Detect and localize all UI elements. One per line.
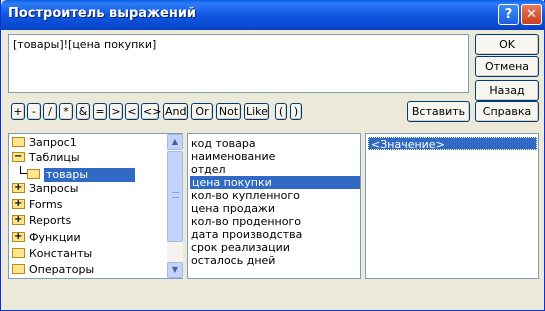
- close-button[interactable]: ✕: [521, 4, 542, 25]
- window-title: Построитель выражений: [8, 6, 197, 21]
- operator-and-button[interactable]: And: [163, 103, 188, 120]
- expression-builder-window: Построитель выражений ? ✕ [товары]![цена…: [0, 0, 545, 311]
- list-item[interactable]: осталось дней: [191, 254, 275, 267]
- fields-list-panel: код товара наименование отдел цена покуп…: [187, 133, 361, 279]
- folder-plus-icon: +: [12, 199, 25, 209]
- values-list-panel: <Значение>: [365, 133, 539, 279]
- paste-button[interactable]: Вставить: [407, 101, 470, 122]
- list-item[interactable]: наименование: [191, 150, 275, 163]
- ok-button[interactable]: OK: [475, 34, 539, 55]
- operator-multiply-button[interactable]: *: [59, 103, 73, 120]
- tree-item-forms[interactable]: + Forms: [12, 198, 62, 212]
- tree-item-goods[interactable]: товары: [20, 166, 135, 182]
- cancel-button[interactable]: Отмена: [475, 56, 539, 77]
- list-item[interactable]: кол-во проденного: [191, 215, 301, 228]
- operator-minus-button[interactable]: -: [27, 103, 41, 120]
- title-bar[interactable]: Построитель выражений ? ✕: [1, 0, 545, 30]
- open-folder-icon: [27, 169, 40, 179]
- operator-less-button[interactable]: <: [125, 103, 139, 120]
- folder-icon: [12, 248, 25, 258]
- operator-or-button[interactable]: Or: [191, 103, 213, 120]
- operator-like-button[interactable]: Like: [244, 103, 269, 120]
- help-title-button[interactable]: ?: [498, 4, 519, 25]
- list-item[interactable]: код товара: [191, 137, 256, 150]
- tree-item-queries[interactable]: + Запросы: [12, 182, 78, 196]
- object-tree-panel: Запрос1 − Таблицы товары + Запросы + Forms …: [8, 133, 183, 279]
- expression-input[interactable]: [товары]![цена покупки]: [8, 34, 469, 93]
- tree-item-functions[interactable]: + Функции: [12, 231, 81, 245]
- operator-equal-button[interactable]: =: [93, 103, 107, 120]
- folder-plus-icon: +: [12, 183, 25, 193]
- tree-item-constants[interactable]: Константы: [12, 247, 92, 261]
- tree-scrollbar[interactable]: ▲ ▼: [167, 134, 183, 278]
- folder-icon: −: [12, 152, 25, 162]
- list-item[interactable]: кол-во купленного: [191, 189, 300, 202]
- folder-icon: [12, 137, 25, 147]
- help-button[interactable]: Справка: [475, 101, 539, 122]
- tree-item-reports[interactable]: + Reports: [12, 214, 71, 228]
- list-item[interactable]: отдел: [191, 163, 226, 176]
- list-item[interactable]: срок реализации: [191, 241, 290, 254]
- operator-concat-button[interactable]: &: [76, 103, 90, 120]
- back-button[interactable]: Назад: [475, 80, 539, 101]
- tree-item-query1[interactable]: Запрос1: [12, 136, 77, 150]
- list-item-selected[interactable]: цена покупки: [190, 176, 360, 189]
- folder-plus-icon: +: [12, 215, 25, 225]
- tree-item-operators[interactable]: Операторы: [12, 263, 94, 277]
- operator-not-equal-button[interactable]: <>: [141, 103, 161, 120]
- folder-plus-icon: +: [12, 232, 25, 242]
- operator-divide-button[interactable]: /: [43, 103, 57, 120]
- operator-not-button[interactable]: Not: [216, 103, 241, 120]
- operator-open-paren-button[interactable]: (: [275, 103, 287, 120]
- list-item[interactable]: дата производства: [191, 228, 302, 241]
- list-item[interactable]: цена продажи: [191, 202, 275, 215]
- scroll-down-icon[interactable]: ▼: [167, 262, 183, 278]
- scroll-thumb[interactable]: [167, 151, 183, 242]
- operator-plus-button[interactable]: +: [11, 103, 25, 120]
- value-item[interactable]: <Значение>: [368, 137, 537, 151]
- tree-item-tables[interactable]: − Таблицы: [12, 151, 80, 165]
- tree-connector-icon: [20, 166, 27, 174]
- operator-greater-button[interactable]: >: [109, 103, 123, 120]
- scroll-up-icon[interactable]: ▲: [167, 134, 183, 150]
- folder-icon: [12, 264, 25, 274]
- operator-close-paren-button[interactable]: ): [290, 103, 302, 120]
